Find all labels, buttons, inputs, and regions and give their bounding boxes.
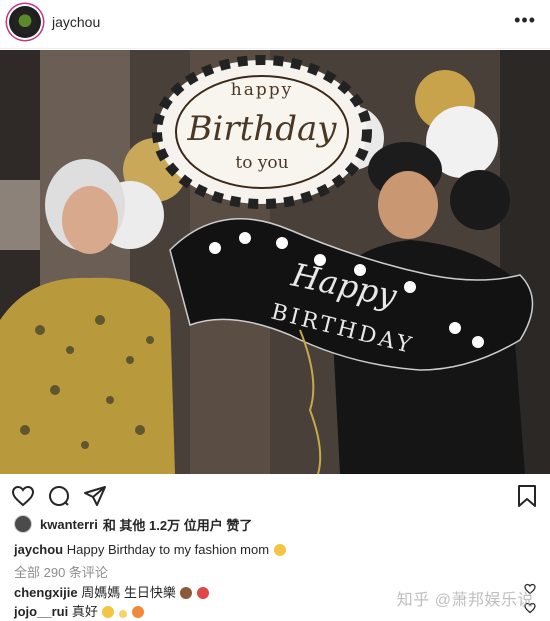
more-options-icon[interactable]: •••: [514, 10, 536, 31]
view-all-comments-link[interactable]: 全部 290 条评论: [14, 562, 108, 581]
first-liker-username[interactable]: kwanterri: [40, 517, 98, 532]
balloon-happy-text: happy: [231, 80, 293, 100]
smiling-emoji-icon: [102, 606, 115, 618]
post-username[interactable]: jaychou: [52, 14, 100, 30]
save-bookmark-icon[interactable]: [516, 484, 538, 508]
watermark: 知乎 @萧邦娱乐说: [396, 592, 534, 609]
caption-text: Happy Birthday to my fashion mom: [66, 542, 270, 557]
share-icon[interactable]: [83, 484, 107, 508]
avatar[interactable]: [9, 6, 41, 38]
post-header: jaychou •••: [0, 0, 550, 49]
comment-text: 周媽媽 生日快樂: [81, 585, 176, 600]
likes-count-text[interactable]: 和 其他 1.2万 位用户 赞了: [103, 515, 253, 534]
caption: jaychou Happy Birthday to my fashion mom: [14, 542, 286, 557]
cake-emoji-icon: [180, 587, 193, 599]
post-actions: [0, 480, 550, 512]
heart-eyes-emoji-icon: [131, 606, 144, 618]
comment-item: jojo__rui 真好: [14, 601, 144, 620]
caption-username[interactable]: jaychou: [14, 542, 63, 557]
likes-summary: kwanterri 和 其他 1.2万 位用户 赞了: [14, 514, 252, 534]
comment-username[interactable]: chengxijie: [14, 585, 78, 600]
balloon-emoji-icon: [197, 587, 210, 599]
liker-avatar[interactable]: [14, 515, 32, 533]
comment-text: 真好: [71, 604, 98, 619]
relieved-emoji-icon: [119, 610, 128, 618]
comment-icon[interactable]: [47, 484, 71, 508]
post-photo[interactable]: Happy BIRTHDAY happy Birthday to you: [0, 50, 550, 474]
balloon-birthday-text: Birthday: [187, 109, 338, 149]
grinning-emoji-icon: [273, 544, 286, 556]
like-icon[interactable]: [11, 484, 35, 508]
comment-username[interactable]: jojo__rui: [14, 604, 68, 619]
comment-item: chengxijie 周媽媽 生日快樂: [14, 582, 210, 601]
balloon-to-you-text: to you: [235, 153, 288, 173]
